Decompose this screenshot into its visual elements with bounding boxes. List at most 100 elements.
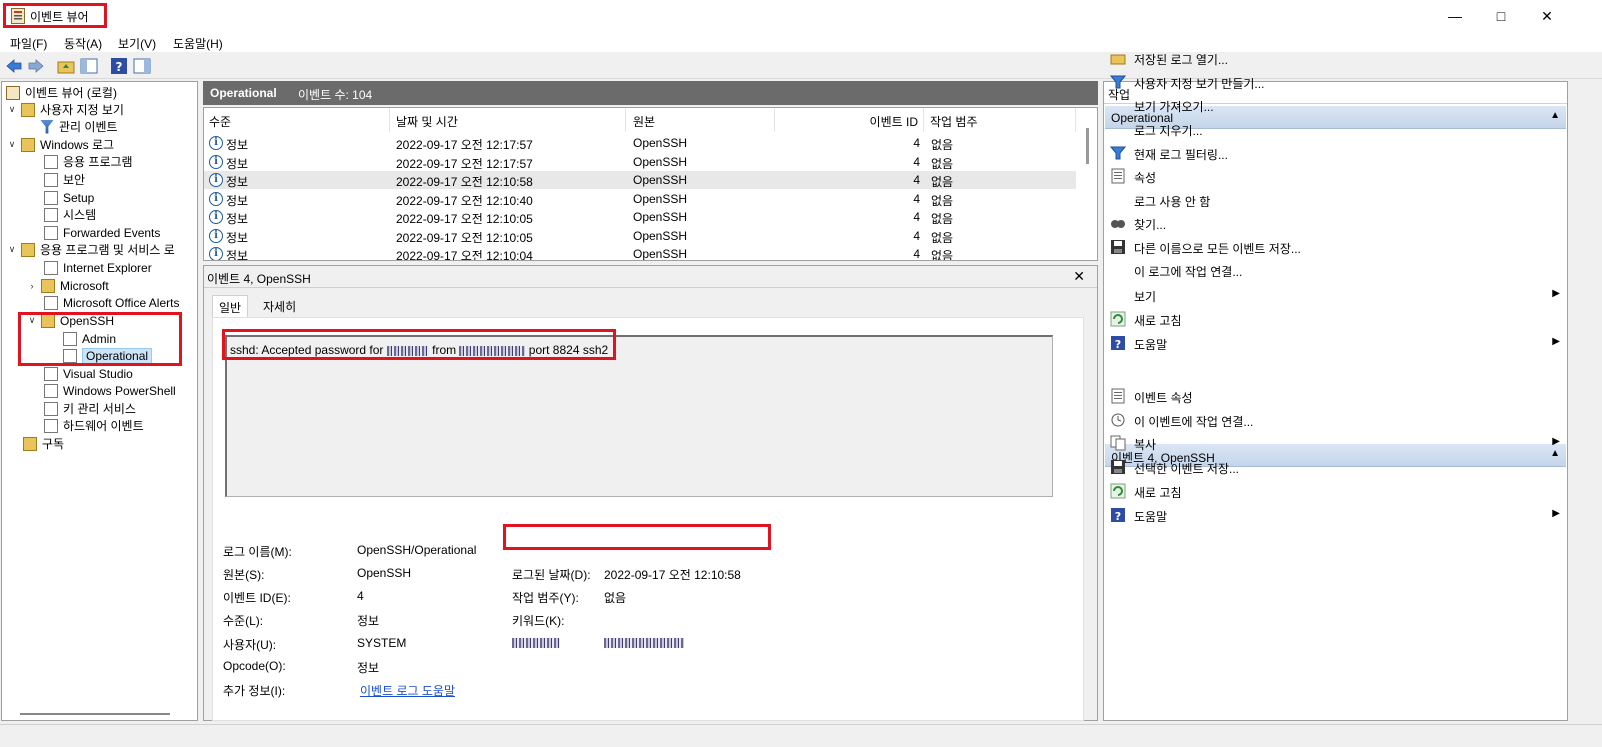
tree-root[interactable]: 이벤트 뷰어 (로컬) <box>6 84 117 101</box>
event-row[interactable]: i 정보 2022-09-17 오전 12:10:58 OpenSSH 없음 4 <box>204 171 1076 189</box>
column-level[interactable]: 수준 <box>204 108 390 132</box>
minimize-button[interactable]: — <box>1432 0 1478 32</box>
action-label: 이 이벤트에 작업 연결... <box>1134 415 1254 429</box>
action-item[interactable]: ? 도움말 ▶ <box>1110 506 1562 524</box>
tree-office-alerts[interactable]: Microsoft Office Alerts <box>44 294 179 311</box>
tree-microsoft[interactable]: › Microsoft <box>26 277 109 294</box>
event-row[interactable]: i 정보 2022-09-17 오전 12:10:04 OpenSSH 없음 4 <box>204 245 1076 261</box>
show-hide-action-pane-icon[interactable] <box>133 57 151 75</box>
event-row[interactable]: i 정보 2022-09-17 오전 12:17:57 OpenSSH 없음 4 <box>204 134 1076 152</box>
subscriptions-icon <box>23 436 37 451</box>
close-icon[interactable]: ✕ <box>1073 268 1085 285</box>
tree-windows-powershell[interactable]: Windows PowerShell <box>44 382 176 399</box>
column-datetime[interactable]: 날짜 및 시간 <box>391 108 626 132</box>
menu-action[interactable]: 동작(A) <box>64 35 102 52</box>
chevron-down-icon[interactable]: ∨ <box>6 244 18 255</box>
action-item[interactable]: 다른 이름으로 모든 이벤트 저장... <box>1110 238 1562 256</box>
forward-arrow-icon[interactable] <box>27 57 45 75</box>
action-item[interactable]: 보기 ▶ <box>1110 286 1562 304</box>
action-item[interactable]: 찾기... <box>1110 214 1562 232</box>
cell-source: OpenSSH <box>633 247 688 261</box>
action-item[interactable]: 속성 <box>1110 167 1562 185</box>
cell-level: 정보 <box>226 231 249 245</box>
tree-windows-logs[interactable]: ∨ Windows 로그 <box>6 136 114 153</box>
up-folder-icon[interactable] <box>57 57 75 75</box>
action-item[interactable]: 새로 고침 <box>1110 310 1562 328</box>
action-item[interactable]: 새로 고침 <box>1110 482 1562 500</box>
chevron-down-icon[interactable]: ∨ <box>6 104 18 115</box>
event-row[interactable]: i 정보 2022-09-17 오전 12:10:40 OpenSSH 없음 4 <box>204 190 1076 208</box>
tree-internet-explorer[interactable]: Internet Explorer <box>44 259 152 276</box>
action-label: 복사 <box>1134 438 1157 452</box>
tree-admin-events[interactable]: 관리 이벤트 <box>40 118 118 135</box>
menu-file[interactable]: 파일(F) <box>10 35 47 52</box>
center-pane: Operational 이벤트 수: 104 수준 날짜 및 시간 원본 이벤트… <box>203 81 1098 721</box>
detail-title: 이벤트 4, OpenSSH <box>207 272 311 286</box>
action-label: 사용자 지정 보기 만들기... <box>1134 77 1265 91</box>
tree-application[interactable]: 응용 프로그램 <box>44 153 133 170</box>
action-item[interactable]: 현재 로그 필터링... <box>1110 144 1562 162</box>
tree-security[interactable]: 보안 <box>44 171 85 188</box>
tree-hardware-events[interactable]: 하드웨어 이벤트 <box>44 417 144 434</box>
action-item[interactable]: 로그 지우기... <box>1110 120 1562 138</box>
chevron-right-icon[interactable]: › <box>26 281 38 291</box>
opcode-label: Opcode(O): <box>223 659 286 673</box>
cell-event-id: 4 <box>913 210 920 224</box>
menu-view[interactable]: 보기(V) <box>118 35 156 52</box>
action-item[interactable]: ? 도움말 ▶ <box>1110 334 1562 352</box>
tree-key-management[interactable]: 키 관리 서비스 <box>44 400 136 417</box>
action-label: 선택한 이벤트 저장... <box>1134 462 1239 476</box>
action-item[interactable]: 복사 ▶ <box>1110 434 1562 452</box>
menu-help[interactable]: 도움말(H) <box>173 35 223 52</box>
cell-level: 정보 <box>226 249 249 261</box>
log-icon <box>44 154 58 169</box>
show-hide-console-tree-icon[interactable] <box>80 57 98 75</box>
tree-setup[interactable]: Setup <box>44 189 94 206</box>
tab-general[interactable]: 일반 <box>212 295 249 318</box>
submenu-arrow-icon: ▶ <box>1552 436 1560 447</box>
tree-visual-studio[interactable]: Visual Studio <box>44 365 133 382</box>
column-source[interactable]: 원본 <box>627 108 775 132</box>
tree-subscriptions[interactable]: 구독 <box>23 435 64 452</box>
event-log-help-link[interactable]: 이벤트 로그 도움말 <box>360 682 455 699</box>
column-task-category[interactable]: 작업 범주 <box>925 108 1076 132</box>
vertical-scrollbar[interactable] <box>1086 128 1089 164</box>
copy-icon <box>1110 435 1126 451</box>
action-item[interactable]: 로그 사용 안 함 <box>1110 191 1562 209</box>
action-item[interactable]: 이벤트 속성 <box>1110 387 1562 405</box>
log-title: Operational <box>210 86 277 100</box>
column-event-id[interactable]: 이벤트 ID <box>776 108 924 132</box>
action-item[interactable]: 보기 가져오기... <box>1110 96 1562 114</box>
cell-source: OpenSSH <box>633 210 688 224</box>
submenu-arrow-icon: ▶ <box>1552 508 1560 519</box>
action-item[interactable]: 이 이벤트에 작업 연결... <box>1110 411 1562 429</box>
tab-details[interactable]: 자세히 <box>257 295 302 318</box>
tree-system[interactable]: 시스템 <box>44 206 96 223</box>
save-icon <box>1111 460 1125 474</box>
action-item[interactable]: 선택한 이벤트 저장... <box>1110 458 1562 476</box>
action-item[interactable]: 저장된 로그 열기... <box>1110 49 1562 67</box>
event-row[interactable]: i 정보 2022-09-17 오전 12:10:05 OpenSSH 없음 4 <box>204 227 1076 245</box>
event-row[interactable]: i 정보 2022-09-17 오전 12:10:05 OpenSSH 없음 4 <box>204 208 1076 226</box>
cell-source: OpenSSH <box>633 229 688 243</box>
help-icon[interactable]: ? <box>110 57 128 75</box>
horizontal-scrollbar[interactable] <box>20 713 170 715</box>
action-label: 도움말 <box>1134 338 1168 352</box>
close-window-button[interactable]: ✕ <box>1524 0 1570 32</box>
back-arrow-icon[interactable] <box>5 57 23 75</box>
svg-text:?: ? <box>1115 510 1121 523</box>
event-count: 이벤트 수: 104 <box>298 88 373 102</box>
cell-event-id: 4 <box>913 229 920 243</box>
tree-forwarded-events[interactable]: Forwarded Events <box>44 224 160 241</box>
action-item[interactable]: 이 로그에 작업 연결... <box>1110 261 1562 279</box>
user-label: 사용자(U): <box>223 638 277 652</box>
event-row[interactable]: i 정보 2022-09-17 오전 12:17:57 OpenSSH 없음 4 <box>204 153 1076 171</box>
tree-custom-views[interactable]: ∨ 사용자 지정 보기 <box>6 101 124 118</box>
maximize-button[interactable]: □ <box>1478 0 1524 32</box>
log-icon <box>44 225 58 240</box>
info-icon: i <box>209 173 223 187</box>
chevron-down-icon[interactable]: ∨ <box>6 139 18 150</box>
tree-apps-services[interactable]: ∨ 응용 프로그램 및 서비스 로 <box>6 241 175 258</box>
action-item[interactable]: 사용자 지정 보기 만들기... <box>1110 73 1562 91</box>
cell-event-id: 4 <box>913 136 920 150</box>
